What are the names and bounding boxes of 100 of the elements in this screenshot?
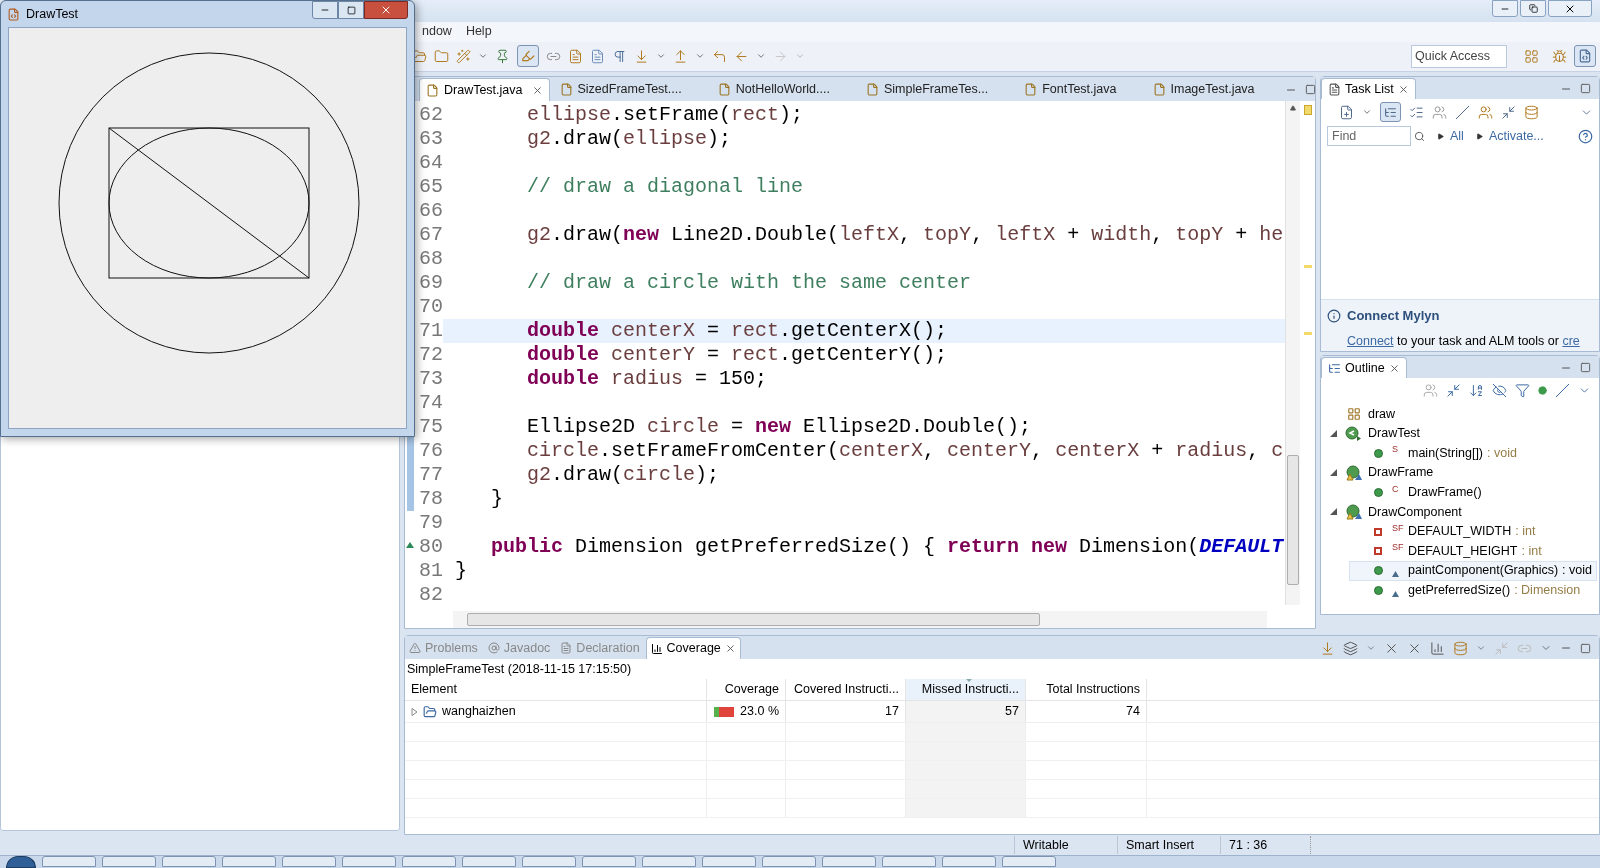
minimize-button[interactable] [1492, 0, 1518, 17]
hide-fields-icon[interactable] [1492, 382, 1507, 398]
maximize-icon[interactable] [1580, 362, 1591, 374]
expand-arrow-icon[interactable] [1475, 132, 1483, 140]
horizontal-scrollbar[interactable] [453, 611, 1267, 629]
taskbar-button[interactable] [1002, 856, 1056, 867]
public-filter-icon[interactable] [1538, 385, 1547, 395]
database-icon[interactable] [1453, 640, 1468, 656]
editor-tab[interactable]: NotHelloWorld.... [711, 78, 856, 102]
pin-icon[interactable] [495, 48, 510, 64]
maximize-icon[interactable] [1580, 83, 1591, 95]
taskbar-button[interactable] [402, 856, 456, 867]
taskbar-button[interactable] [882, 856, 936, 867]
task-list-tab[interactable]: Task List [1321, 78, 1416, 100]
slash-icon[interactable] [1455, 104, 1470, 120]
outline-item[interactable]: paintComponent(Graphics) : void [1349, 560, 1597, 581]
categorized-toggle[interactable] [1380, 102, 1401, 123]
search-icon[interactable] [1414, 130, 1425, 142]
taskbar-button[interactable] [222, 856, 276, 867]
expanded-arrow-icon[interactable] [1329, 508, 1337, 516]
close-icon[interactable] [724, 643, 736, 655]
minimize-button[interactable] [312, 1, 338, 19]
close-button[interactable] [1548, 0, 1592, 17]
up-arrow-icon[interactable] [673, 48, 688, 64]
pilcrow-icon[interactable] [612, 48, 627, 64]
list-icon[interactable] [1409, 104, 1424, 120]
taskbar-button[interactable] [642, 856, 696, 867]
document-icon[interactable] [590, 48, 605, 64]
corner-arrow-icon[interactable] [712, 48, 727, 64]
maximize-icon[interactable] [1580, 642, 1591, 654]
outline-item[interactable]: DrawTest [1325, 423, 1597, 444]
close-icon[interactable] [1397, 83, 1409, 95]
sort-icon[interactable] [1469, 382, 1484, 398]
taskbar-button[interactable] [342, 856, 396, 867]
taskbar-button[interactable] [282, 856, 336, 867]
scrollbar-thumb[interactable] [1287, 455, 1299, 586]
outline-item[interactable]: DrawFrame [1325, 463, 1597, 483]
taskbar-button[interactable] [582, 856, 636, 867]
expanded-arrow-icon[interactable] [1329, 430, 1337, 438]
people-icon[interactable] [1478, 104, 1493, 120]
taskbar-button[interactable] [522, 856, 576, 867]
connect-link[interactable]: Connect [1347, 333, 1394, 348]
quick-access-field[interactable]: Quick Access [1411, 44, 1507, 68]
outline-item[interactable]: S main(String[]) : void [1349, 443, 1597, 463]
taskbar-button[interactable] [762, 856, 816, 867]
annotation-marker[interactable] [1303, 265, 1312, 269]
start-button[interactable] [6, 856, 36, 868]
collapse-icon[interactable] [1501, 104, 1516, 120]
wand-icon[interactable] [456, 48, 471, 64]
column-header[interactable]: Missed Instructi... [906, 679, 1026, 701]
debug-icon[interactable] [1552, 48, 1567, 64]
vertical-scrollbar[interactable] [1285, 101, 1300, 606]
database-icon[interactable] [1524, 104, 1539, 120]
back-icon[interactable] [734, 48, 749, 64]
highlight-toggle[interactable] [517, 45, 539, 68]
down-arrow-icon[interactable] [634, 48, 649, 64]
outline-item[interactable]: C DrawFrame() [1349, 482, 1597, 503]
open-folder-icon[interactable] [412, 48, 427, 64]
people-icon[interactable] [1432, 104, 1447, 120]
find-field[interactable]: Find [1327, 126, 1411, 147]
outline-item[interactable]: getPreferredSize() : Dimension [1349, 580, 1597, 601]
restore-button[interactable] [1520, 0, 1546, 17]
column-header[interactable]: Element [405, 679, 707, 701]
document-icon[interactable] [568, 48, 583, 64]
filter-link[interactable]: Activate... [1488, 126, 1544, 146]
expanded-arrow-icon[interactable] [1329, 469, 1337, 477]
view-tab[interactable]: Coverage [645, 637, 741, 660]
taskbar-button[interactable] [42, 856, 96, 867]
maximize-icon[interactable] [1304, 84, 1316, 96]
expand-arrow-icon[interactable] [1437, 132, 1444, 140]
menu-item[interactable]: Help [465, 22, 492, 42]
outline-item[interactable]: SF DEFAULT_HEIGHT : int [1349, 541, 1597, 561]
new-task-icon[interactable] [1339, 104, 1354, 120]
editor-tab[interactable]: SimpleFrameTes... [859, 78, 1015, 102]
outline-item[interactable]: DrawComponent [1325, 502, 1597, 522]
close-icon[interactable] [531, 84, 543, 96]
collapse-icon[interactable] [1446, 382, 1461, 398]
scroll-up-icon[interactable] [1290, 105, 1296, 112]
taskbar-button[interactable] [102, 856, 156, 867]
collapsed-arrow-icon[interactable] [411, 707, 418, 716]
outline-item[interactable]: SF DEFAULT_WIDTH : int [1349, 521, 1597, 542]
outline-tab[interactable]: Outline [1321, 357, 1407, 379]
outline-item[interactable]: draw [1325, 404, 1597, 424]
column-header[interactable]: Coverage [707, 679, 786, 701]
import-icon[interactable] [1320, 640, 1335, 656]
editor-tab[interactable]: SizedFrameTest.... [553, 78, 708, 102]
annotation-marker[interactable] [1303, 105, 1312, 116]
annotation-marker[interactable] [1303, 332, 1312, 336]
scrollbar-thumb[interactable] [467, 613, 1040, 627]
close-button[interactable] [364, 1, 408, 19]
editor-tab[interactable]: DrawTest.java [419, 78, 550, 102]
taskbar-button[interactable] [942, 856, 996, 867]
java-perspective-button[interactable] [1574, 45, 1596, 68]
menu-item[interactable]: ndow [422, 22, 452, 42]
taskbar-button[interactable] [822, 856, 876, 867]
maximize-button[interactable] [338, 1, 364, 19]
editor-tab[interactable]: ImageTest.java [1146, 78, 1281, 102]
layers-icon[interactable] [1343, 640, 1358, 656]
people-icon[interactable] [1423, 382, 1438, 398]
filter-link[interactable]: All [1450, 126, 1464, 146]
